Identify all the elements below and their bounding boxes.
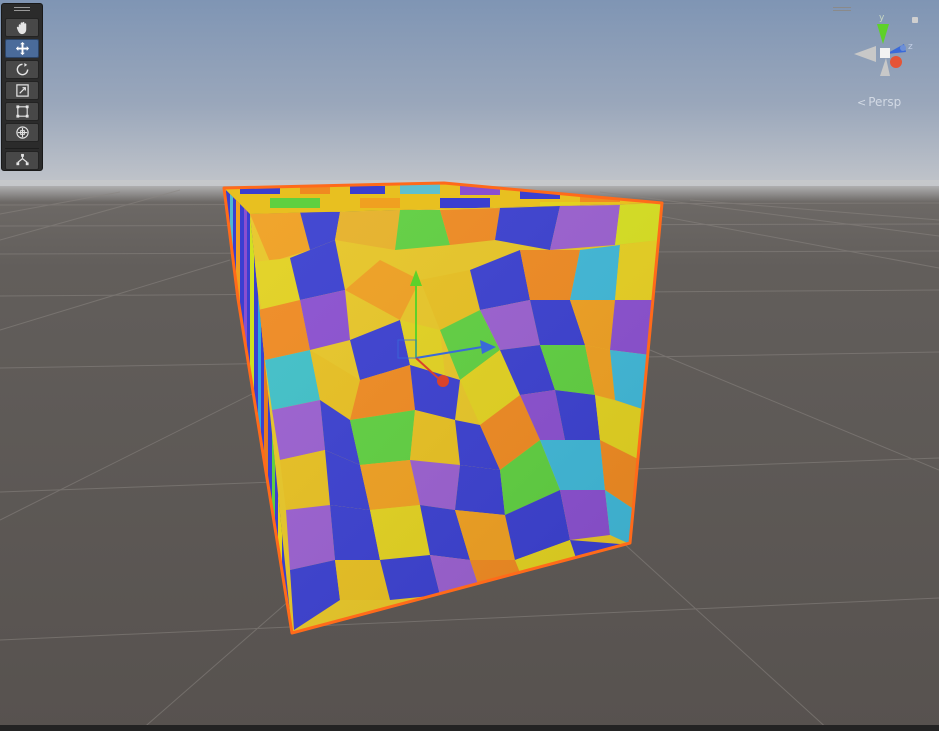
gizmo-y-cone-icon[interactable] — [877, 24, 889, 44]
move-tool-button[interactable] — [5, 39, 39, 58]
rect-tool-button[interactable] — [5, 102, 39, 121]
gizmo-y-label: y — [879, 13, 885, 23]
gizmo-center-cube-icon[interactable] — [880, 48, 890, 58]
projection-toggle[interactable]: < Persp — [857, 94, 901, 110]
hand-icon — [16, 21, 27, 35]
sky-background — [0, 0, 939, 190]
x-axis-cap-icon[interactable] — [437, 375, 449, 387]
transform-icon — [16, 126, 29, 139]
custom-tool-icon — [16, 153, 29, 166]
scale-tool-button[interactable] — [5, 81, 39, 100]
tools-toolbar — [1, 3, 43, 171]
view-tool-button[interactable] — [5, 18, 39, 37]
perspective-chevron-icon: < — [857, 95, 867, 109]
orientation-gizmo[interactable]: y z — [846, 10, 926, 90]
toolbar-drag-handle[interactable] — [14, 7, 30, 12]
rect-transform-icon — [16, 105, 29, 118]
projection-label: Persp — [868, 95, 902, 109]
gizmo-z-label: z — [908, 42, 913, 52]
gizmo-neg-x-cone-icon[interactable] — [854, 46, 876, 62]
rotate-icon — [16, 62, 29, 76]
rotate-tool-button[interactable] — [5, 60, 39, 79]
gizmo-neg-y-cone-icon[interactable] — [880, 58, 890, 76]
transform-tool-button[interactable] — [5, 123, 39, 142]
viewport-bottom-border — [0, 725, 939, 731]
custom-tool-button[interactable] — [5, 151, 39, 170]
gizmo-z-cap-icon — [900, 45, 906, 51]
scale-icon — [16, 84, 29, 97]
gizmo-x-cone-icon[interactable] — [890, 56, 902, 68]
toolbar-separator — [5, 148, 39, 149]
scene-viewport[interactable] — [0, 0, 939, 731]
move-arrows-icon — [15, 41, 30, 56]
